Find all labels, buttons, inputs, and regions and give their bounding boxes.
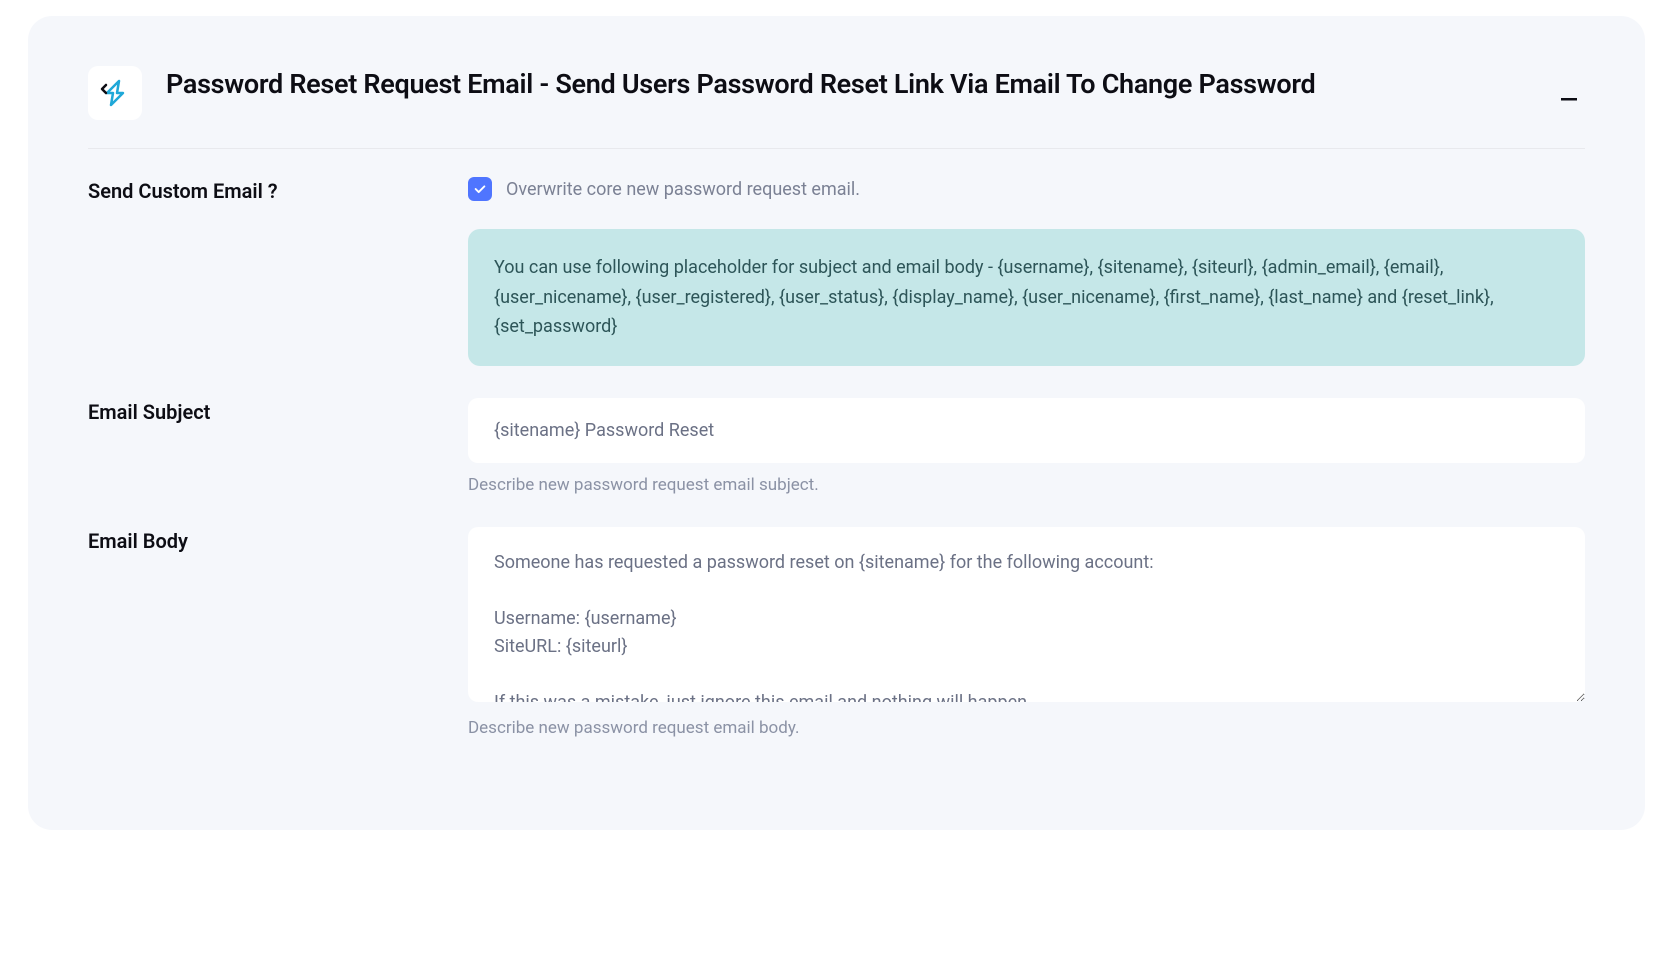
email-subject-row: Email Subject Describe new password requ…: [88, 398, 1585, 495]
placeholder-info-box: You can use following placeholder for su…: [468, 229, 1585, 366]
email-body-help: Describe new password request email body…: [468, 718, 1585, 738]
email-subject-input[interactable]: [468, 398, 1585, 463]
email-body-label: Email Body: [88, 527, 468, 553]
send-custom-email-label: Send Custom Email ?: [88, 177, 468, 203]
send-custom-email-control: Overwrite core new password request emai…: [468, 177, 1585, 366]
email-body-textarea[interactable]: [468, 527, 1585, 702]
email-body-row: Email Body Describe new password request…: [88, 527, 1585, 738]
send-custom-email-row: Send Custom Email ? Overwrite core new p…: [88, 177, 1585, 366]
email-subject-control: Describe new password request email subj…: [468, 398, 1585, 495]
check-icon: [473, 182, 487, 196]
panel-logo-icon: [88, 66, 142, 120]
panel-header: Password Reset Request Email - Send User…: [88, 66, 1585, 149]
collapse-button[interactable]: [1553, 74, 1585, 110]
email-subject-label: Email Subject: [88, 398, 468, 424]
overwrite-checkbox[interactable]: [468, 177, 492, 201]
checkbox-row: Overwrite core new password request emai…: [468, 177, 1585, 201]
settings-panel: Password Reset Request Email - Send User…: [28, 16, 1645, 830]
checkbox-label: Overwrite core new password request emai…: [506, 179, 860, 200]
email-body-control: Describe new password request email body…: [468, 527, 1585, 738]
panel-title: Password Reset Request Email - Send User…: [166, 66, 1529, 102]
email-subject-help: Describe new password request email subj…: [468, 475, 1585, 495]
